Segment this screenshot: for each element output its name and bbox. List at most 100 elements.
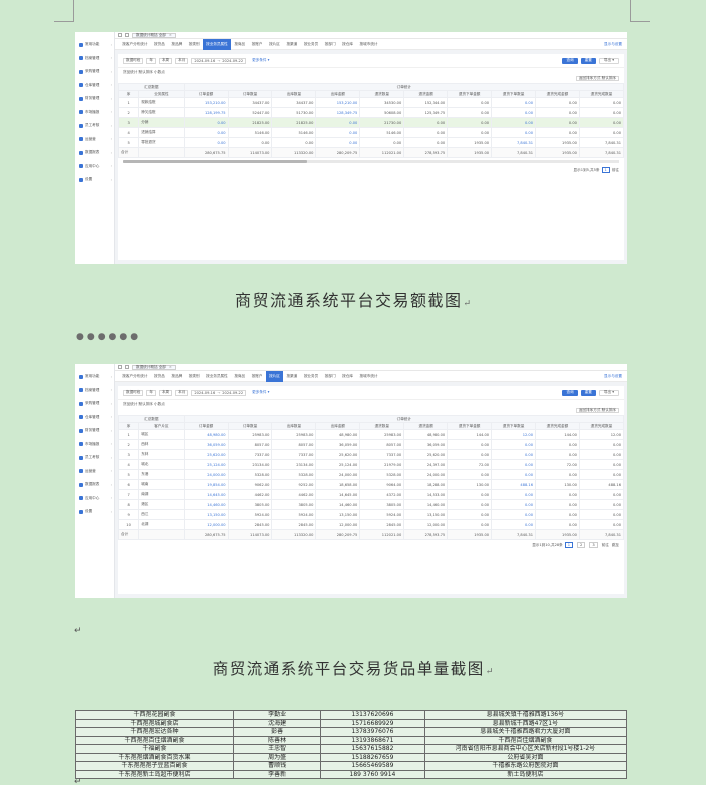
year-select[interactable]: 年 xyxy=(146,389,156,396)
export-button[interactable]: 导出 ▾ xyxy=(598,57,619,64)
sort-select[interactable]: 返回排序方式 默认排序 xyxy=(575,408,619,413)
table-row[interactable]: 7 南湖 14,645.00 4462.00 4462.00 14,645.00 4372.… xyxy=(117,489,625,500)
goto-page-link[interactable]: 前往 xyxy=(612,168,619,173)
display-settings-link[interactable]: 显示与设置 xyxy=(604,374,622,379)
nav-tab[interactable]: 按类别 xyxy=(186,39,203,50)
sidebar-item[interactable]: 应用中心 › xyxy=(75,492,114,506)
nav-tab[interactable]: 按仓库 xyxy=(339,39,356,50)
nav-tab[interactable]: 按渠道 xyxy=(283,371,300,382)
table-row[interactable]: 9 西江 13,150.00 5924.00 5924.00 13,150.00 5924.… xyxy=(117,509,625,520)
scroll-thumb[interactable] xyxy=(123,160,307,163)
nav-tab[interactable]: 按业务员 xyxy=(301,39,322,50)
table-row[interactable]: 3 东林 25,620.00 7337.00 7337.00 25,620.00 7337.… xyxy=(117,449,625,460)
nav-tab[interactable]: 按业务员属性 xyxy=(203,371,231,382)
table-row[interactable]: 1 城区 48,980.00 25983.00 25983.00 48,980.00 259… xyxy=(117,429,625,440)
period-select[interactable]: 数据时段 xyxy=(123,57,144,64)
nav-tab[interactable]: 按账户 xyxy=(248,371,265,382)
sidebar-item[interactable]: 常用功能 › xyxy=(75,370,114,384)
nav-tab[interactable]: 按渠道 xyxy=(283,39,300,50)
table-row[interactable]: 2 赊欠结账 128,199.75 52447.00 51730.00 128,349.7… xyxy=(117,107,625,118)
close-icon[interactable]: × xyxy=(169,33,172,37)
menu-icon[interactable] xyxy=(118,365,122,369)
sidebar-item[interactable]: 档案管理 › xyxy=(75,52,114,66)
date-range-picker[interactable]: 2024-09-16 → 2024-09-22 xyxy=(191,389,247,396)
sidebar-item[interactable]: 市场播报 › xyxy=(75,106,114,120)
display-settings-link[interactable]: 显示与设置 xyxy=(604,42,622,47)
table-row[interactable]: 1 现款结账 153,210.00 34437.00 34437.00 153,210.0… xyxy=(117,97,625,108)
open-tab[interactable]: 数据统计概括 全部 × xyxy=(132,32,176,38)
date-range-picker[interactable]: 2024-09-16 → 2024-09-22 xyxy=(191,57,247,64)
page-3-button[interactable]: 3 xyxy=(589,542,598,548)
sidebar-item[interactable]: 仓库管理 › xyxy=(75,411,114,425)
more-filters-link[interactable]: 更多条件 ▾ xyxy=(252,58,269,63)
home-icon[interactable] xyxy=(125,33,129,37)
sidebar-item[interactable]: 设置 › xyxy=(75,505,114,519)
sidebar-item[interactable]: 财务管理 › xyxy=(75,92,114,106)
nav-tab[interactable]: 按品牌 xyxy=(168,371,185,382)
this-month-option[interactable]: 本月 xyxy=(175,57,189,64)
nav-tab[interactable]: 按业务员属性 xyxy=(202,38,232,50)
table-row[interactable]: 4 城北 25,124.00 23134.00 23134.00 25,124.00 219… xyxy=(117,459,625,470)
page-1-button[interactable]: 1 xyxy=(564,542,574,548)
nav-tab[interactable]: 按商品 xyxy=(231,39,248,50)
table-row[interactable]: 8 港区 14,460.00 3805.00 3805.00 14,460.00 3805.… xyxy=(117,499,625,510)
sidebar-item[interactable]: 数据报表 › xyxy=(75,478,114,492)
nav-tab[interactable]: 按城市统计 xyxy=(356,39,381,50)
nav-tab[interactable]: 按账户 xyxy=(248,39,265,50)
sidebar-item[interactable]: 财务管理 › xyxy=(75,424,114,438)
query-button[interactable]: 查询 xyxy=(562,389,578,396)
query-button[interactable]: 查询 xyxy=(562,57,578,64)
nav-tab[interactable]: 按商品 xyxy=(231,371,248,382)
more-filters-link[interactable]: 更多条件 ▾ xyxy=(252,390,269,395)
open-tab[interactable]: 数据统计概括 全部 × xyxy=(132,364,176,370)
nav-tab[interactable]: 按客户分布统计 xyxy=(119,39,151,50)
nav-tab[interactable]: 按部门 xyxy=(322,371,339,382)
menu-icon[interactable] xyxy=(118,33,122,37)
table-row[interactable]: 5 零批退货 0.00 0.00 0.00 0.00 0.00 0.00 1935.00 7,84… xyxy=(117,137,625,148)
this-week-option[interactable]: 本周 xyxy=(158,57,173,64)
sidebar-item[interactable]: 常用功能 › xyxy=(75,38,114,52)
sidebar-item[interactable]: 员工考核 › xyxy=(75,451,114,465)
table-row[interactable]: 3 分销 0.00 21825.00 21825.00 0.00 21730.00 0.00 0… xyxy=(117,117,625,128)
sidebar-item[interactable]: 员工考核 › xyxy=(75,119,114,133)
table-row[interactable]: 10 北湖 12,000.00 2845.00 2845.00 12,000.00 2845… xyxy=(117,519,625,530)
nav-tab[interactable]: 按业务员 xyxy=(301,371,322,382)
sidebar-item[interactable]: 档案管理 › xyxy=(75,384,114,398)
sidebar-item[interactable]: 市场播报 › xyxy=(75,438,114,452)
table-row[interactable]: 4 进销结算 0.00 5146.00 5146.00 0.00 5146.00 0.00 0.… xyxy=(117,127,625,138)
nav-tab[interactable]: 按货品 xyxy=(151,371,168,382)
export-button[interactable]: 导出 ▾ xyxy=(598,389,619,396)
goto-page-link[interactable]: 前往 xyxy=(602,543,609,548)
sidebar-item[interactable]: 运营营 › xyxy=(75,133,114,147)
period-select[interactable]: 数据时段 xyxy=(123,389,144,396)
nav-tab[interactable]: 按货品 xyxy=(151,39,168,50)
horizontal-scrollbar[interactable] xyxy=(123,160,619,163)
reset-button[interactable]: 重置 xyxy=(580,389,596,396)
sidebar-item[interactable]: 运营营 › xyxy=(75,465,114,479)
reset-button[interactable]: 重置 xyxy=(580,57,596,64)
home-icon[interactable] xyxy=(125,365,129,369)
table-row[interactable]: 5 东港 24,000.00 5328.00 5328.00 24,000.00 5328.… xyxy=(117,469,625,480)
jump-to-link[interactable]: 跳至 xyxy=(612,543,619,548)
close-icon[interactable]: × xyxy=(169,365,172,369)
page-1-button[interactable]: 1 xyxy=(601,167,610,173)
this-week-option[interactable]: 本周 xyxy=(158,389,173,396)
this-month-option[interactable]: 本月 xyxy=(175,389,189,396)
year-select[interactable]: 年 xyxy=(146,57,156,64)
nav-tab[interactable]: 按片区 xyxy=(266,39,283,50)
table-row[interactable]: 6 城南 19,854.00 9062.00 9252.00 18,658.00 9064.… xyxy=(117,479,625,490)
sort-select[interactable]: 返回排序方式 默认排序 xyxy=(575,76,619,81)
nav-tab[interactable]: 按城市统计 xyxy=(356,371,381,382)
nav-tab[interactable]: 按客户分布统计 xyxy=(119,371,151,382)
sidebar-item[interactable]: 仓库管理 › xyxy=(75,79,114,93)
nav-tab[interactable]: 按品牌 xyxy=(168,39,185,50)
page-2-button[interactable]: 2 xyxy=(577,542,586,548)
sidebar-item[interactable]: 采购管理 › xyxy=(75,397,114,411)
sidebar-item[interactable]: 应用中心 › xyxy=(75,160,114,174)
sidebar-item[interactable]: 数据报表 › xyxy=(75,146,114,160)
nav-tab[interactable]: 按片区 xyxy=(265,370,284,382)
nav-tab[interactable]: 按类别 xyxy=(186,371,203,382)
nav-tab[interactable]: 按仓库 xyxy=(339,371,356,382)
nav-tab[interactable]: 按部门 xyxy=(322,39,339,50)
table-row[interactable]: 2 西林 36,059.00 8057.00 8057.00 36,059.00 8057.… xyxy=(117,439,625,450)
